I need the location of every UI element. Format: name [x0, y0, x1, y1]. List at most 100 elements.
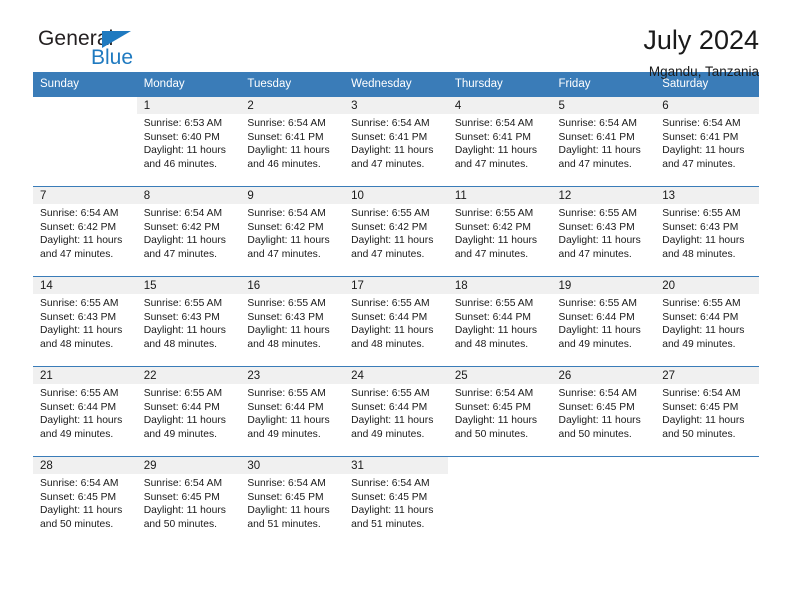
sunset-text: Sunset: 6:41 PM [247, 131, 324, 143]
daylight-text-line2: and 47 minutes. [143, 248, 217, 260]
daylight-text-line2: and 50 minutes. [558, 428, 632, 440]
day-cell[interactable]: 29 Sunrise: 6:54 AM Sunset: 6:45 PM Dayligh… [136, 456, 241, 549]
day-cell-inner: 14 Sunrise: 6:55 AM Sunset: 6:43 PM Dayligh… [33, 277, 137, 366]
day-cell[interactable]: 30 Sunrise: 6:54 AM Sunset: 6:45 PM Dayligh… [240, 456, 345, 549]
sunset-text: Sunset: 6:43 PM [40, 311, 117, 323]
day-cell[interactable]: 22 Sunrise: 6:55 AM Sunset: 6:44 PM Dayligh… [136, 366, 241, 457]
day-number: 22 [136, 367, 241, 384]
daylight-text-line1: Daylight: 11 hours [143, 325, 226, 337]
day-cell[interactable]: 20 Sunrise: 6:55 AM Sunset: 6:44 PM Dayligh… [655, 276, 759, 367]
sunrise-text: Sunrise: 6:54 AM [351, 118, 430, 129]
day-cell[interactable]: 12 Sunrise: 6:55 AM Sunset: 6:43 PM Dayligh… [551, 186, 656, 277]
day-cell-inner: 4 Sunrise: 6:54 AM Sunset: 6:41 PM Daylight… [447, 97, 552, 186]
day-cell[interactable]: 18 Sunrise: 6:55 AM Sunset: 6:44 PM Dayligh… [447, 276, 552, 367]
sunrise-text: Sunrise: 6:55 AM [351, 208, 430, 219]
day-cell-inner: 1 Sunrise: 6:53 AM Sunset: 6:40 PM Daylight… [136, 97, 241, 186]
sunset-text: Sunset: 6:45 PM [351, 491, 428, 503]
general-blue-logo[interactable]: General Blue [33, 26, 163, 78]
sunrise-text: Sunrise: 6:53 AM [143, 118, 223, 129]
day-number: 23 [240, 367, 345, 384]
day-cell[interactable]: 23 Sunrise: 6:55 AM Sunset: 6:44 PM Dayligh… [240, 366, 345, 457]
day-cell-details: Sunrise: 6:54 AM Sunset: 6:45 PM Daylight:… [33, 474, 137, 531]
daylight-text-line1: Daylight: 11 hours [351, 145, 434, 157]
day-number: 19 [551, 277, 656, 294]
day-cell[interactable]: 9 Sunrise: 6:54 AM Sunset: 6:42 PM Daylight… [240, 186, 345, 277]
day-cell-details: Sunrise: 6:54 AM Sunset: 6:42 PM Daylight:… [137, 204, 241, 261]
daylight-text-line1: Daylight: 11 hours [558, 325, 641, 337]
sunrise-text: Sunrise: 6:55 AM [558, 208, 637, 219]
day-cell[interactable]: 27 Sunrise: 6:54 AM Sunset: 6:45 PM Dayligh… [655, 366, 759, 457]
day-cell-inner: 5 Sunrise: 6:54 AM Sunset: 6:41 PM Daylight… [551, 97, 656, 186]
sunset-text: Sunset: 6:45 PM [247, 491, 324, 503]
weekday-header-wednesday: Wednesday [344, 72, 448, 97]
day-cell-inner: 22 Sunrise: 6:55 AM Sunset: 6:44 PM Dayligh… [136, 367, 241, 456]
day-number: 31 [344, 457, 448, 474]
day-cell-inner: 29 Sunrise: 6:54 AM Sunset: 6:45 PM Dayligh… [136, 457, 241, 549]
day-cell[interactable]: 28 Sunrise: 6:54 AM Sunset: 6:45 PM Dayligh… [33, 456, 137, 549]
sunset-text: Sunset: 6:44 PM [143, 401, 220, 413]
day-cell[interactable]: 3 Sunrise: 6:54 AM Sunset: 6:41 PM Daylight… [344, 96, 448, 187]
day-number: 18 [447, 277, 552, 294]
sunrise-text: Sunrise: 6:55 AM [143, 388, 223, 399]
day-cell[interactable]: 31 Sunrise: 6:54 AM Sunset: 6:45 PM Dayligh… [344, 456, 448, 549]
day-cell[interactable]: 2 Sunrise: 6:54 AM Sunset: 6:41 PM Daylight… [240, 96, 345, 187]
logo-text-blue: Blue [91, 46, 134, 69]
daylight-text-line1: Daylight: 11 hours [247, 505, 330, 517]
daylight-text-line1: Daylight: 11 hours [662, 415, 745, 427]
day-cell[interactable]: 25 Sunrise: 6:54 AM Sunset: 6:45 PM Dayligh… [447, 366, 552, 457]
daylight-text-line2: and 49 minutes. [558, 338, 632, 350]
day-cell[interactable]: 10 Sunrise: 6:55 AM Sunset: 6:42 PM Dayligh… [344, 186, 448, 277]
sunset-text: Sunset: 6:41 PM [351, 131, 428, 143]
day-cell[interactable]: 17 Sunrise: 6:55 AM Sunset: 6:44 PM Dayligh… [344, 276, 448, 367]
day-cell[interactable]: 7 Sunrise: 6:54 AM Sunset: 6:42 PM Daylight… [33, 186, 137, 277]
day-cell[interactable]: 1 Sunrise: 6:53 AM Sunset: 6:40 PM Daylight… [136, 96, 241, 187]
day-number: 3 [344, 97, 448, 114]
day-number: 4 [447, 97, 552, 114]
day-cell[interactable]: 26 Sunrise: 6:54 AM Sunset: 6:45 PM Dayligh… [551, 366, 656, 457]
daylight-text-line2: and 50 minutes. [143, 518, 217, 530]
day-cell[interactable]: 6 Sunrise: 6:54 AM Sunset: 6:41 PM Daylight… [655, 96, 759, 187]
day-cell[interactable]: 16 Sunrise: 6:55 AM Sunset: 6:43 PM Dayligh… [240, 276, 345, 367]
day-cell-details: Sunrise: 6:54 AM Sunset: 6:45 PM Daylight:… [137, 474, 241, 531]
day-cell-details: Sunrise: 6:55 AM Sunset: 6:44 PM Daylight:… [655, 294, 759, 351]
calendar-body: 1 Sunrise: 6:53 AM Sunset: 6:40 PM Daylight… [33, 96, 759, 549]
day-cell[interactable]: 15 Sunrise: 6:55 AM Sunset: 6:43 PM Dayligh… [136, 276, 241, 367]
day-cell-inner: 15 Sunrise: 6:55 AM Sunset: 6:43 PM Dayligh… [136, 277, 241, 366]
day-cell[interactable]: 19 Sunrise: 6:55 AM Sunset: 6:44 PM Dayligh… [551, 276, 656, 367]
sunset-text: Sunset: 6:45 PM [558, 401, 635, 413]
day-cell-inner: 8 Sunrise: 6:54 AM Sunset: 6:42 PM Daylight… [136, 187, 241, 276]
day-cell[interactable]: 5 Sunrise: 6:54 AM Sunset: 6:41 PM Daylight… [551, 96, 656, 187]
daylight-text-line1: Daylight: 11 hours [143, 415, 226, 427]
daylight-text-line2: and 49 minutes. [351, 428, 425, 440]
day-cell-empty [447, 456, 552, 549]
day-cell[interactable]: 13 Sunrise: 6:55 AM Sunset: 6:43 PM Dayligh… [655, 186, 759, 277]
sunrise-text: Sunrise: 6:55 AM [247, 388, 326, 399]
day-cell-inner: 25 Sunrise: 6:54 AM Sunset: 6:45 PM Dayligh… [447, 367, 552, 456]
day-cell-empty [655, 456, 759, 549]
day-number [33, 97, 137, 114]
day-cell-details: Sunrise: 6:54 AM Sunset: 6:45 PM Daylight:… [240, 474, 344, 531]
day-cell-inner: 19 Sunrise: 6:55 AM Sunset: 6:44 PM Dayligh… [551, 277, 656, 366]
day-cell[interactable]: 14 Sunrise: 6:55 AM Sunset: 6:43 PM Dayligh… [33, 276, 137, 367]
day-cell[interactable]: 24 Sunrise: 6:55 AM Sunset: 6:44 PM Dayligh… [344, 366, 448, 457]
page-title: July 2024 [643, 25, 759, 55]
day-cell-details: Sunrise: 6:53 AM Sunset: 6:40 PM Daylight:… [137, 114, 241, 171]
day-cell-details: Sunrise: 6:55 AM Sunset: 6:44 PM Daylight:… [344, 384, 448, 441]
daylight-text-line1: Daylight: 11 hours [454, 325, 538, 337]
daylight-text-line2: and 47 minutes. [351, 158, 425, 170]
sunrise-text: Sunrise: 6:54 AM [558, 388, 637, 399]
day-cell[interactable]: 11 Sunrise: 6:55 AM Sunset: 6:42 PM Dayligh… [447, 186, 552, 277]
sunset-text: Sunset: 6:43 PM [247, 311, 324, 323]
day-number: 29 [136, 457, 241, 474]
day-cell-details: Sunrise: 6:54 AM Sunset: 6:41 PM Daylight:… [344, 114, 448, 171]
day-cell[interactable]: 4 Sunrise: 6:54 AM Sunset: 6:41 PM Daylight… [447, 96, 552, 187]
day-number: 16 [240, 277, 345, 294]
day-number: 1 [136, 97, 241, 114]
day-cell-details: Sunrise: 6:54 AM Sunset: 6:41 PM Daylight:… [448, 114, 552, 171]
day-cell[interactable]: 8 Sunrise: 6:54 AM Sunset: 6:42 PM Daylight… [136, 186, 241, 277]
daylight-text-line2: and 48 minutes. [247, 338, 321, 350]
daylight-text-line1: Daylight: 11 hours [143, 145, 226, 157]
daylight-text-line1: Daylight: 11 hours [351, 415, 434, 427]
sunset-text: Sunset: 6:42 PM [351, 221, 428, 233]
day-cell[interactable]: 21 Sunrise: 6:55 AM Sunset: 6:44 PM Dayligh… [33, 366, 137, 457]
